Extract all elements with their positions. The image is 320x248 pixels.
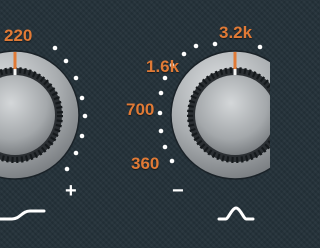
bell-peak-icon <box>217 206 255 221</box>
low-shelf-icon <box>0 209 46 221</box>
eq-panel: 220 + 3.2k 1.6k 700 360 − <box>0 0 270 248</box>
filter-shape-icons <box>0 206 255 221</box>
